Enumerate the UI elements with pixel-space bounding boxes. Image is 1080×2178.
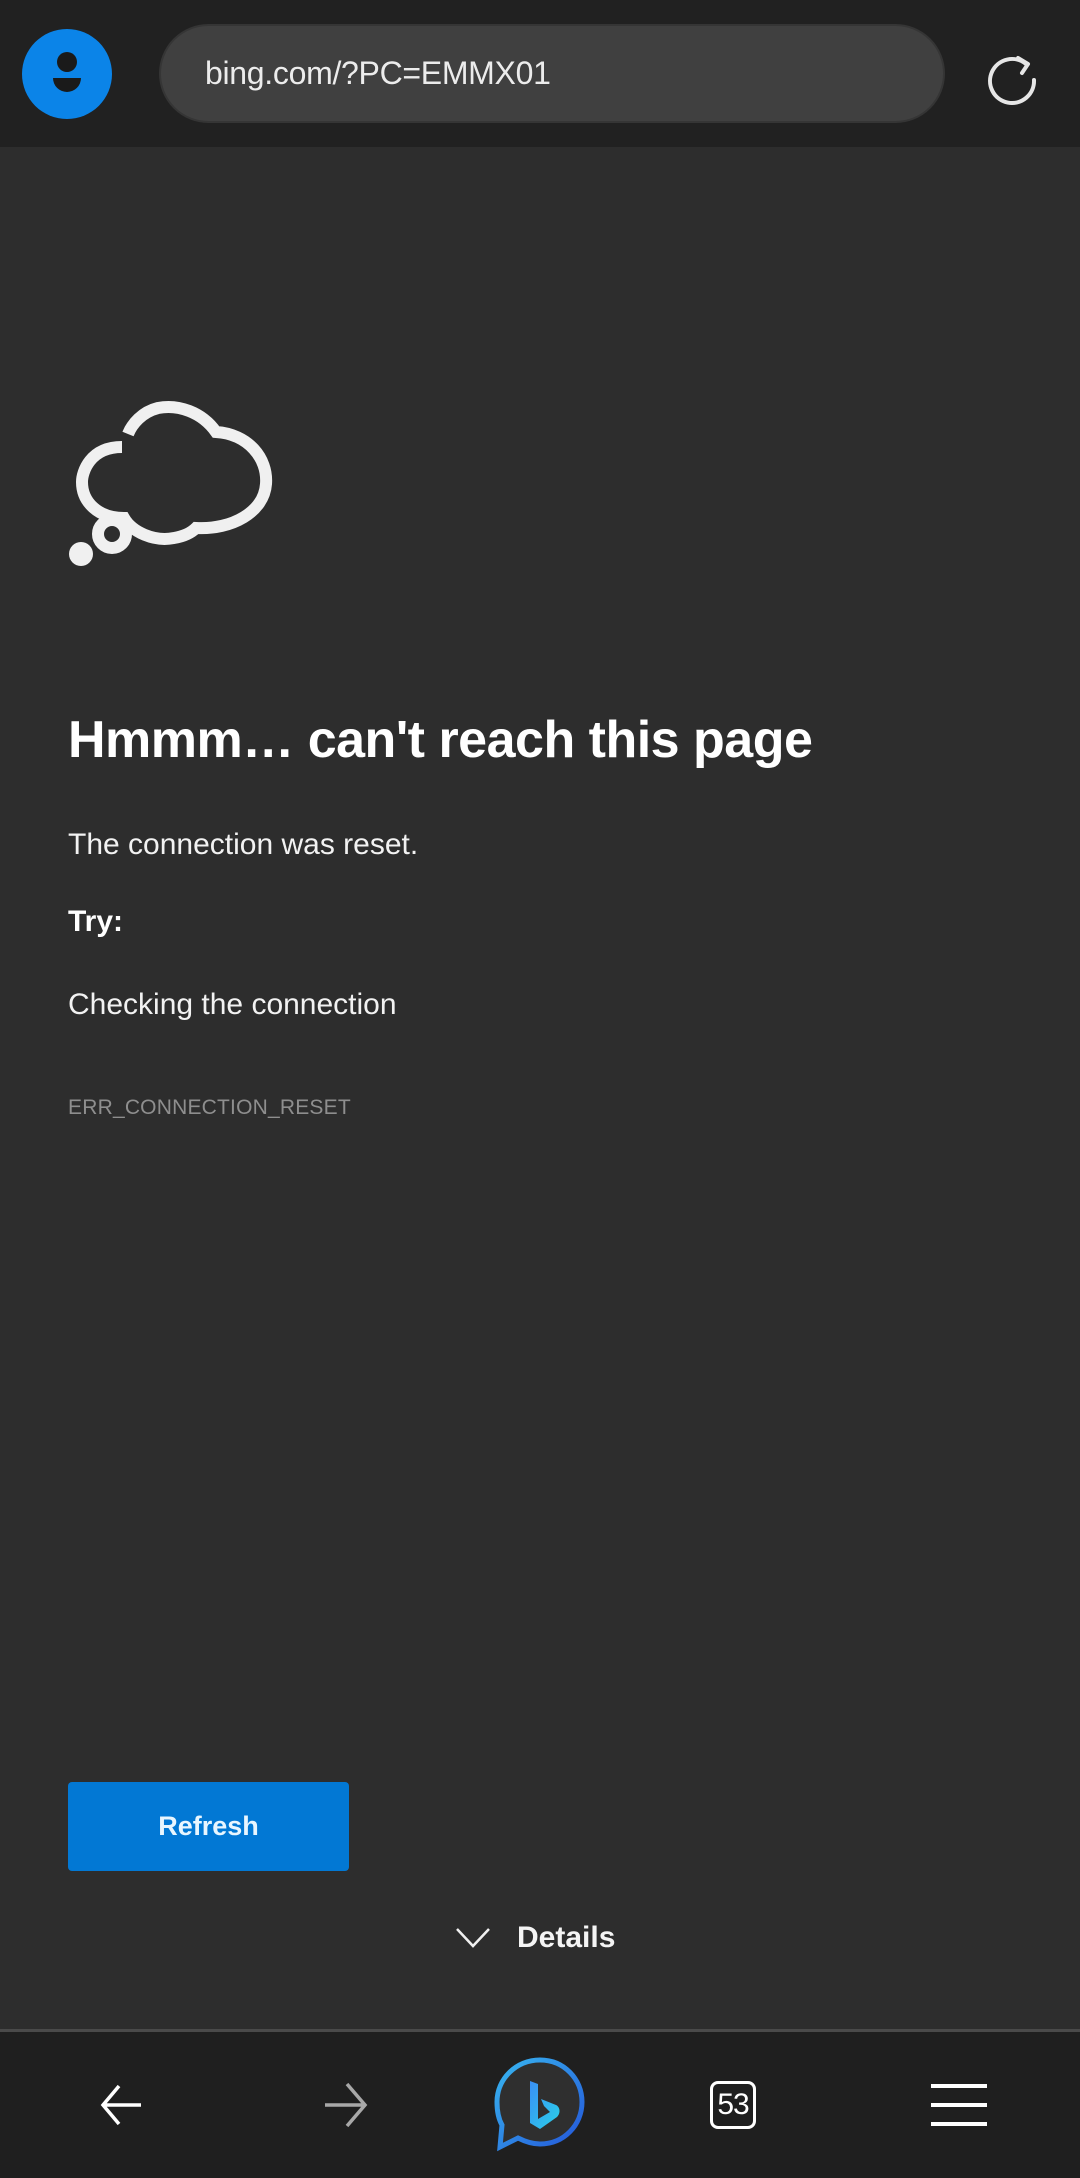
reload-icon <box>988 56 1037 105</box>
error-message: The connection was reset. <box>68 828 419 861</box>
arrow-left-icon <box>100 2084 141 2126</box>
details-label: Details <box>517 1921 616 1954</box>
person-icon <box>53 52 81 92</box>
error-title: Hmmm… can't reach this page <box>68 711 813 769</box>
browser-bottom-bar: 53 <box>0 2032 1080 2178</box>
thought-cloud-icon <box>62 362 282 577</box>
details-toggle[interactable]: Details <box>455 1915 615 1961</box>
reload-button[interactable] <box>982 50 1042 110</box>
bing-chat-button[interactable] <box>480 2032 600 2178</box>
tab-count-badge: 53 <box>710 2081 756 2129</box>
browser-top-bar: bing.com/?PC=EMMX01 <box>0 0 1080 147</box>
tab-count: 53 <box>717 2088 749 2121</box>
error-code: ERR_CONNECTION_RESET <box>68 1096 351 1119</box>
suggestion-item: Checking the connection <box>68 988 397 1021</box>
arrow-right-icon <box>325 2082 368 2128</box>
hamburger-menu-icon <box>931 2084 987 2126</box>
tabs-button[interactable]: 53 <box>673 2032 793 2178</box>
forward-button[interactable] <box>286 2032 406 2178</box>
address-bar[interactable]: bing.com/?PC=EMMX01 <box>159 24 945 123</box>
chevron-down-icon <box>456 1928 490 1948</box>
back-button[interactable] <box>62 2032 182 2178</box>
menu-button[interactable] <box>899 2032 1019 2178</box>
url-text[interactable]: bing.com/?PC=EMMX01 <box>205 26 551 121</box>
try-label: Try: <box>68 905 124 938</box>
bing-chat-icon <box>494 2057 585 2152</box>
profile-button[interactable] <box>22 29 112 119</box>
refresh-button[interactable]: Refresh <box>68 1782 349 1871</box>
